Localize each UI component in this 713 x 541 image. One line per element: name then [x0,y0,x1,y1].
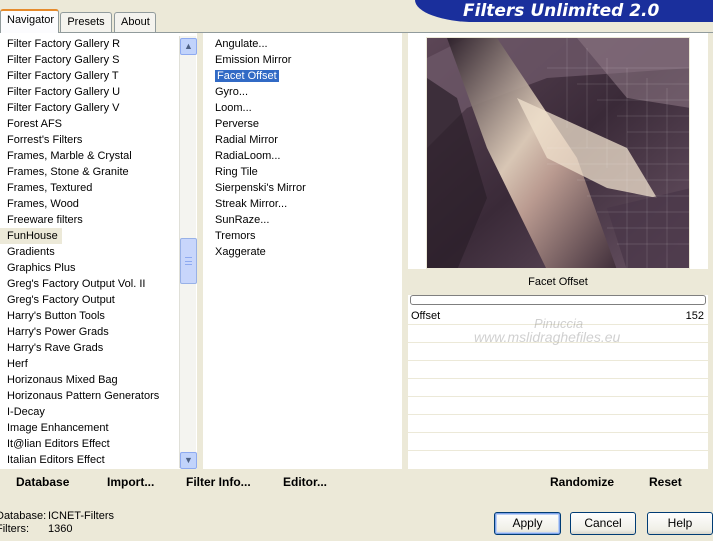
category-item[interactable]: Frames, Wood [0,196,159,212]
scroll-grip-icon [185,257,192,265]
category-item[interactable]: Italian Editors Effect [0,452,159,468]
brand-banner: Filters Unlimited 2.0 [415,0,713,22]
category-item[interactable]: Filter Factory Gallery T [0,68,159,84]
category-item[interactable]: Filter Factory Gallery U [0,84,159,100]
category-item[interactable]: Herf [0,356,159,372]
param-name: Offset [411,309,441,322]
category-item[interactable]: Filter Factory Gallery S [0,52,159,68]
category-item[interactable]: Frames, Marble & Crystal [0,148,159,164]
filter-item[interactable]: Loom... [203,100,306,116]
apply-button[interactable]: Apply [494,512,561,535]
filter-item-label: Tremors [215,230,256,242]
preview-artwork [427,38,689,268]
category-list: Filter Factory Gallery R Filter Factory G… [0,36,159,468]
tab-navigator[interactable]: Navigator [0,9,59,33]
filter-item-label: Streak Mirror... [215,198,288,210]
filter-item-label: Perverse [215,118,260,130]
filters-count: 1360 [48,523,73,535]
scroll-thumb[interactable] [180,238,197,284]
filter-item-label: Gyro... [215,86,249,98]
filter-item-label: Ring Tile [215,166,258,178]
category-item[interactable]: It@lian Editors Effect [0,436,159,452]
import-button[interactable]: Import... [107,475,154,489]
category-item[interactable]: Horizonaus Mixed Bag [0,372,159,388]
randomize-button[interactable]: Randomize [550,475,614,489]
scroll-down-arrow-icon[interactable]: ▼ [180,452,197,469]
filter-item-label: Angulate... [215,38,268,50]
category-item[interactable]: Harry's Rave Grads [0,340,159,356]
category-item[interactable]: Frames, Textured [0,180,159,196]
preview-panel: Facet Offset Offset 152 Pinuccia www.msl… [408,33,708,469]
category-item[interactable]: Image Enhancement [0,420,159,436]
database-button[interactable]: Database [16,475,69,489]
filter-item-label: Xaggerate [215,246,266,258]
category-scrollbar[interactable]: ▲ ▼ [179,36,197,469]
watermark: Pinuccia www.mslidraghefiles.eu [468,316,620,345]
filter-info-button[interactable]: Filter Info... [186,475,251,489]
scroll-up-arrow-icon[interactable]: ▲ [180,38,197,55]
param-row-empty [408,379,708,397]
param-row-empty [408,397,708,415]
filter-title: Facet Offset [408,269,708,295]
filter-item[interactable]: Ring Tile [203,164,306,180]
category-item[interactable]: Greg's Factory Output [0,292,159,308]
cancel-button[interactable]: Cancel [570,512,636,535]
database-label: Database: [0,510,47,522]
help-button[interactable]: Help [647,512,713,535]
filter-item-label: Loom... [215,102,252,114]
category-item[interactable]: Harry's Button Tools [0,308,159,324]
filter-list: Angulate... Emission Mirror Facet Offset Gy… [203,36,306,260]
filter-item[interactable]: Streak Mirror... [203,196,306,212]
filter-item-label: Facet Offset [215,70,279,82]
filter-item-label: RadiaLoom... [215,150,281,162]
filters-label: Filters: [0,523,29,535]
tab-presets[interactable]: Presets [60,12,112,32]
param-row-empty [408,361,708,379]
filter-item[interactable]: Gyro... [203,84,306,100]
reset-button[interactable]: Reset [649,475,682,489]
filter-item[interactable]: RadiaLoom... [203,148,306,164]
category-item[interactable]: Forest AFS [0,116,159,132]
param-row-empty [408,343,708,361]
editor-button[interactable]: Editor... [283,475,327,489]
filter-item-label: SunRaze... [215,214,270,226]
category-item[interactable]: Freeware filters [0,212,159,228]
category-item[interactable]: Filter Factory Gallery R [0,36,159,52]
tab-strip: Navigator Presets About Filters Unlimite… [0,0,713,33]
filter-item-label: Sierpenski's Mirror [215,182,306,194]
category-item[interactable]: Filter Factory Gallery V [0,100,159,116]
category-item[interactable]: Forrest's Filters [0,132,159,148]
filter-list-panel: Angulate... Emission Mirror Facet Offset Gy… [203,33,402,469]
progress-bar [410,295,706,305]
filter-item[interactable]: Angulate... [203,36,306,52]
filter-item[interactable]: SunRaze... [203,212,306,228]
filter-item[interactable]: Xaggerate [203,244,306,260]
preview-image [426,37,690,269]
filter-item-label: Radial Mirror [215,134,278,146]
category-item[interactable]: Greg's Factory Output Vol. II [0,276,159,292]
category-item[interactable]: I-Decay [0,404,159,420]
param-value: 152 [685,309,704,322]
filter-item[interactable]: Facet Offset [203,68,306,84]
filter-item[interactable]: Emission Mirror [203,52,306,68]
status-info: Database:ICNET-Filters Filters: 1360 [0,510,140,536]
param-row-empty [408,433,708,451]
action-bar: Database Import... Filter Info... Editor… [0,469,713,497]
database-value: ICNET-Filters [48,510,114,522]
tab-about[interactable]: About [114,12,156,32]
category-item[interactable]: FunHouse [0,228,62,244]
category-item[interactable]: Frames, Stone & Granite [0,164,159,180]
category-list-panel: Filter Factory Gallery R Filter Factory G… [0,33,197,469]
category-item[interactable]: Graphics Plus [0,260,159,276]
filter-item[interactable]: Perverse [203,116,306,132]
category-item[interactable]: Horizonaus Pattern Generators [0,388,159,404]
filter-item[interactable]: Radial Mirror [203,132,306,148]
category-item[interactable]: Gradients [0,244,159,260]
watermark-line2: www.mslidraghefiles.eu [474,329,621,345]
category-item[interactable]: Harry's Power Grads [0,324,159,340]
filter-item-label: Emission Mirror [215,54,292,66]
filter-item[interactable]: Tremors [203,228,306,244]
filter-item[interactable]: Sierpenski's Mirror [203,180,306,196]
param-row-empty [408,415,708,433]
